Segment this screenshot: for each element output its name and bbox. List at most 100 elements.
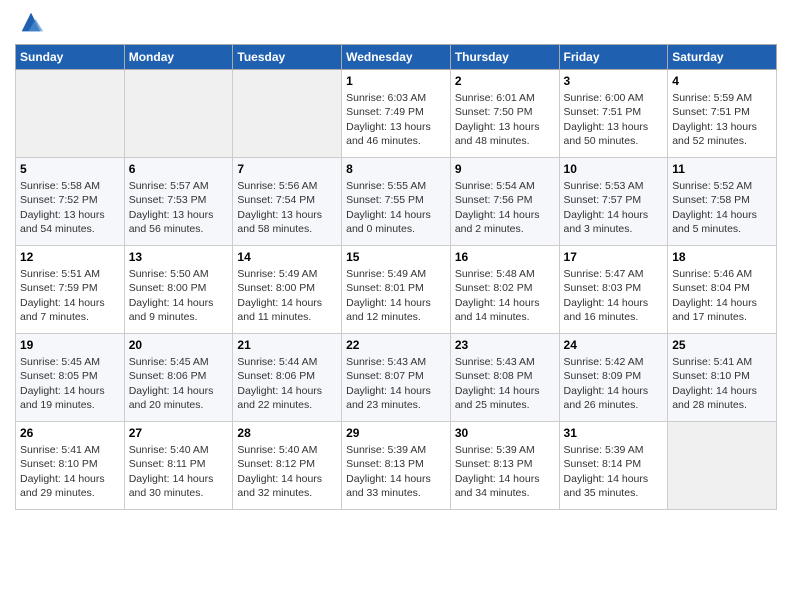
day-number: 7 bbox=[237, 161, 337, 177]
day-number: 17 bbox=[564, 249, 664, 265]
day-number: 10 bbox=[564, 161, 664, 177]
calendar-header-row: SundayMondayTuesdayWednesdayThursdayFrid… bbox=[16, 45, 777, 70]
day-number: 8 bbox=[346, 161, 446, 177]
day-number: 26 bbox=[20, 425, 120, 441]
day-number: 23 bbox=[455, 337, 555, 353]
day-info: Sunrise: 5:54 AM Sunset: 7:56 PM Dayligh… bbox=[455, 180, 540, 235]
day-info: Sunrise: 5:41 AM Sunset: 8:10 PM Dayligh… bbox=[672, 356, 757, 411]
header bbox=[15, 10, 777, 36]
calendar-cell: 24 Sunrise: 5:42 AM Sunset: 8:09 PM Dayli… bbox=[559, 334, 668, 422]
day-number: 28 bbox=[237, 425, 337, 441]
calendar-cell: 21 Sunrise: 5:44 AM Sunset: 8:06 PM Dayli… bbox=[233, 334, 342, 422]
day-info: Sunrise: 5:47 AM Sunset: 8:03 PM Dayligh… bbox=[564, 268, 649, 323]
calendar-cell: 22 Sunrise: 5:43 AM Sunset: 8:07 PM Dayli… bbox=[342, 334, 451, 422]
day-info: Sunrise: 5:53 AM Sunset: 7:57 PM Dayligh… bbox=[564, 180, 649, 235]
day-number: 14 bbox=[237, 249, 337, 265]
day-info: Sunrise: 5:51 AM Sunset: 7:59 PM Dayligh… bbox=[20, 268, 105, 323]
calendar-cell: 4Sunrise: 5:59 AM Sunset: 7:51 PM Daylig… bbox=[668, 70, 777, 158]
day-info: Sunrise: 5:39 AM Sunset: 8:13 PM Dayligh… bbox=[346, 444, 431, 499]
day-info: Sunrise: 5:49 AM Sunset: 8:00 PM Dayligh… bbox=[237, 268, 322, 323]
calendar-cell: 17 Sunrise: 5:47 AM Sunset: 8:03 PM Dayli… bbox=[559, 246, 668, 334]
day-number: 25 bbox=[672, 337, 772, 353]
calendar-header-friday: Friday bbox=[559, 45, 668, 70]
day-info: Sunrise: 5:57 AM Sunset: 7:53 PM Dayligh… bbox=[129, 180, 214, 235]
day-number: 9 bbox=[455, 161, 555, 177]
day-info: Sunrise: 6:01 AM Sunset: 7:50 PM Dayligh… bbox=[455, 92, 540, 147]
day-info: Sunrise: 5:55 AM Sunset: 7:55 PM Dayligh… bbox=[346, 180, 431, 235]
calendar-cell: 31 Sunrise: 5:39 AM Sunset: 8:14 PM Dayli… bbox=[559, 422, 668, 510]
calendar-cell: 20 Sunrise: 5:45 AM Sunset: 8:06 PM Dayli… bbox=[124, 334, 233, 422]
calendar-cell: 26 Sunrise: 5:41 AM Sunset: 8:10 PM Dayli… bbox=[16, 422, 125, 510]
day-info: Sunrise: 5:59 AM Sunset: 7:51 PM Dayligh… bbox=[672, 92, 757, 147]
day-number: 16 bbox=[455, 249, 555, 265]
day-info: Sunrise: 5:40 AM Sunset: 8:11 PM Dayligh… bbox=[129, 444, 214, 499]
day-info: Sunrise: 5:39 AM Sunset: 8:13 PM Dayligh… bbox=[455, 444, 540, 499]
day-info: Sunrise: 5:58 AM Sunset: 7:52 PM Dayligh… bbox=[20, 180, 105, 235]
day-info: Sunrise: 5:39 AM Sunset: 8:14 PM Dayligh… bbox=[564, 444, 649, 499]
calendar-cell: 27 Sunrise: 5:40 AM Sunset: 8:11 PM Dayli… bbox=[124, 422, 233, 510]
day-info: Sunrise: 5:42 AM Sunset: 8:09 PM Dayligh… bbox=[564, 356, 649, 411]
day-info: Sunrise: 6:00 AM Sunset: 7:51 PM Dayligh… bbox=[564, 92, 649, 147]
day-number: 5 bbox=[20, 161, 120, 177]
day-number: 22 bbox=[346, 337, 446, 353]
calendar-week-row: 26 Sunrise: 5:41 AM Sunset: 8:10 PM Dayli… bbox=[16, 422, 777, 510]
calendar-cell: 10 Sunrise: 5:53 AM Sunset: 7:57 PM Dayli… bbox=[559, 158, 668, 246]
calendar-cell: 16Sunrise: 5:48 AM Sunset: 8:02 PM Dayli… bbox=[450, 246, 559, 334]
day-info: Sunrise: 5:44 AM Sunset: 8:06 PM Dayligh… bbox=[237, 356, 322, 411]
day-info: Sunrise: 5:49 AM Sunset: 8:01 PM Dayligh… bbox=[346, 268, 431, 323]
day-number: 12 bbox=[20, 249, 120, 265]
day-info: Sunrise: 5:46 AM Sunset: 8:04 PM Dayligh… bbox=[672, 268, 757, 323]
calendar-cell: 30Sunrise: 5:39 AM Sunset: 8:13 PM Dayli… bbox=[450, 422, 559, 510]
day-number: 29 bbox=[346, 425, 446, 441]
calendar-header-saturday: Saturday bbox=[668, 45, 777, 70]
calendar-cell: 1Sunrise: 6:03 AM Sunset: 7:49 PM Daylig… bbox=[342, 70, 451, 158]
calendar-cell: 29 Sunrise: 5:39 AM Sunset: 8:13 PM Dayli… bbox=[342, 422, 451, 510]
day-info: Sunrise: 6:03 AM Sunset: 7:49 PM Dayligh… bbox=[346, 92, 431, 147]
day-info: Sunrise: 5:41 AM Sunset: 8:10 PM Dayligh… bbox=[20, 444, 105, 499]
day-number: 6 bbox=[129, 161, 229, 177]
calendar-cell: 25 Sunrise: 5:41 AM Sunset: 8:10 PM Dayli… bbox=[668, 334, 777, 422]
day-info: Sunrise: 5:43 AM Sunset: 8:07 PM Dayligh… bbox=[346, 356, 431, 411]
calendar-cell bbox=[124, 70, 233, 158]
calendar-cell bbox=[233, 70, 342, 158]
calendar-header-monday: Monday bbox=[124, 45, 233, 70]
day-number: 19 bbox=[20, 337, 120, 353]
calendar-cell: 13 Sunrise: 5:50 AM Sunset: 8:00 PM Dayli… bbox=[124, 246, 233, 334]
day-info: Sunrise: 5:43 AM Sunset: 8:08 PM Dayligh… bbox=[455, 356, 540, 411]
day-number: 20 bbox=[129, 337, 229, 353]
day-number: 11 bbox=[672, 161, 772, 177]
day-number: 13 bbox=[129, 249, 229, 265]
calendar-cell: 15Sunrise: 5:49 AM Sunset: 8:01 PM Dayli… bbox=[342, 246, 451, 334]
day-number: 27 bbox=[129, 425, 229, 441]
day-info: Sunrise: 5:45 AM Sunset: 8:05 PM Dayligh… bbox=[20, 356, 105, 411]
calendar-cell: 12 Sunrise: 5:51 AM Sunset: 7:59 PM Dayli… bbox=[16, 246, 125, 334]
day-number: 31 bbox=[564, 425, 664, 441]
calendar-week-row: 5 Sunrise: 5:58 AM Sunset: 7:52 PM Daylig… bbox=[16, 158, 777, 246]
calendar-week-row: 12 Sunrise: 5:51 AM Sunset: 7:59 PM Dayli… bbox=[16, 246, 777, 334]
day-info: Sunrise: 5:50 AM Sunset: 8:00 PM Dayligh… bbox=[129, 268, 214, 323]
calendar-week-row: 1Sunrise: 6:03 AM Sunset: 7:49 PM Daylig… bbox=[16, 70, 777, 158]
calendar-cell: 8 Sunrise: 5:55 AM Sunset: 7:55 PM Daylig… bbox=[342, 158, 451, 246]
logo-icon bbox=[17, 8, 45, 36]
day-number: 21 bbox=[237, 337, 337, 353]
calendar-header-sunday: Sunday bbox=[16, 45, 125, 70]
calendar-cell: 7 Sunrise: 5:56 AM Sunset: 7:54 PM Daylig… bbox=[233, 158, 342, 246]
calendar-cell bbox=[668, 422, 777, 510]
day-number: 24 bbox=[564, 337, 664, 353]
page: SundayMondayTuesdayWednesdayThursdayFrid… bbox=[0, 0, 792, 525]
calendar-cell: 3 Sunrise: 6:00 AM Sunset: 7:51 PM Daylig… bbox=[559, 70, 668, 158]
calendar: SundayMondayTuesdayWednesdayThursdayFrid… bbox=[15, 44, 777, 510]
day-number: 3 bbox=[564, 73, 664, 89]
calendar-header-thursday: Thursday bbox=[450, 45, 559, 70]
day-info: Sunrise: 5:52 AM Sunset: 7:58 PM Dayligh… bbox=[672, 180, 757, 235]
day-number: 2 bbox=[455, 73, 555, 89]
calendar-cell: 18Sunrise: 5:46 AM Sunset: 8:04 PM Dayli… bbox=[668, 246, 777, 334]
calendar-cell: 2 Sunrise: 6:01 AM Sunset: 7:50 PM Daylig… bbox=[450, 70, 559, 158]
calendar-cell: 19 Sunrise: 5:45 AM Sunset: 8:05 PM Dayli… bbox=[16, 334, 125, 422]
day-info: Sunrise: 5:45 AM Sunset: 8:06 PM Dayligh… bbox=[129, 356, 214, 411]
calendar-header-tuesday: Tuesday bbox=[233, 45, 342, 70]
logo bbox=[15, 10, 45, 36]
day-info: Sunrise: 5:56 AM Sunset: 7:54 PM Dayligh… bbox=[237, 180, 322, 235]
calendar-week-row: 19 Sunrise: 5:45 AM Sunset: 8:05 PM Dayli… bbox=[16, 334, 777, 422]
calendar-cell: 28Sunrise: 5:40 AM Sunset: 8:12 PM Dayli… bbox=[233, 422, 342, 510]
